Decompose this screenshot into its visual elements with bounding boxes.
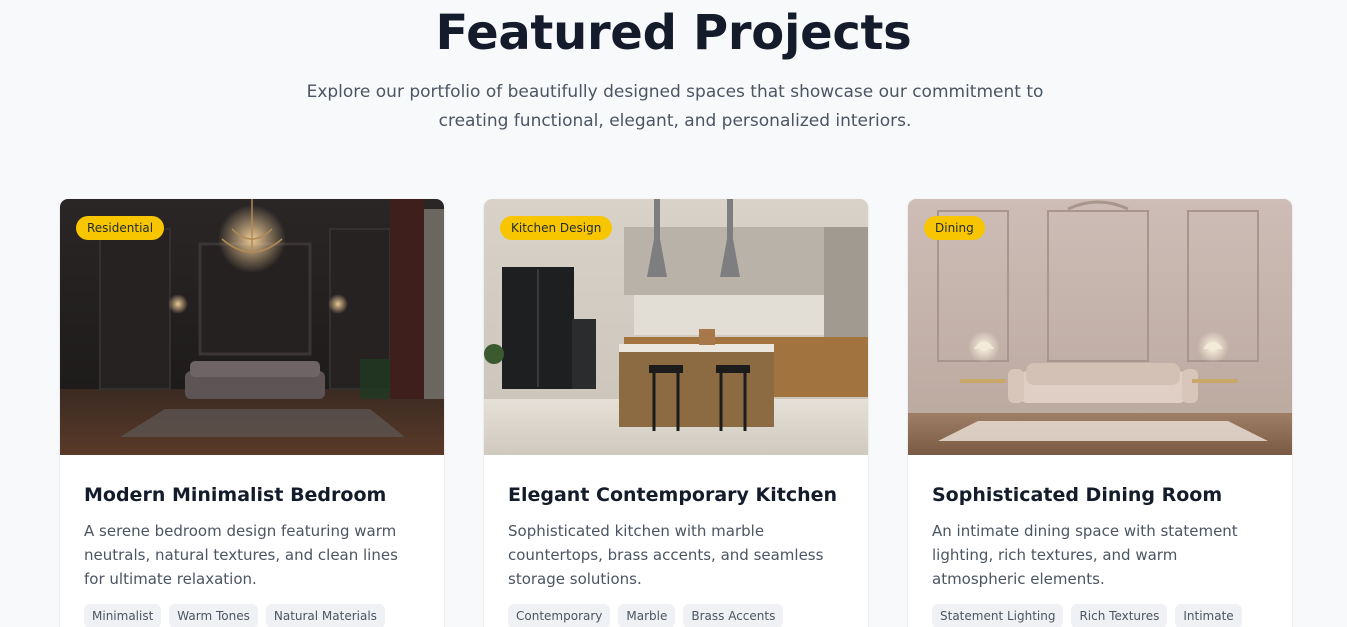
project-card[interactable]: Kitchen Design Elegant Contemporary Kitc… [484, 199, 868, 627]
tag-list: Statement Lighting Rich Textures Intimat… [932, 604, 1268, 627]
tag: Marble [618, 604, 676, 627]
tag: Minimalist [84, 604, 162, 627]
project-title[interactable]: Elegant Contemporary Kitchen [508, 483, 844, 507]
project-description: Sophisticated kitchen with marble counte… [508, 522, 824, 588]
tag: Brass Accents [683, 604, 784, 627]
tag: Statement Lighting [932, 604, 1064, 627]
tag: Rich Textures [1071, 604, 1168, 627]
tag: Natural Materials [265, 604, 385, 627]
project-description: An intimate dining space with statement … [932, 522, 1238, 588]
project-card[interactable]: Residential Modern Minimalist Bedroom A … [60, 199, 444, 627]
project-card[interactable]: Dining Sophisticated Dining Room An inti… [908, 199, 1292, 627]
featured-projects-section: Featured Projects Explore our portfolio … [0, 0, 1347, 627]
tag: Contemporary [508, 604, 611, 627]
section-subtitle: Explore our portfolio of beautifully des… [306, 82, 1044, 131]
project-image-dining[interactable]: Dining [908, 199, 1292, 455]
project-image-kitchen[interactable]: Kitchen Design [484, 199, 868, 455]
tag-list: Contemporary Marble Brass Accents [508, 604, 844, 627]
project-description: A serene bedroom design featuring warm n… [84, 522, 398, 588]
category-badge: Residential [76, 216, 165, 240]
project-title[interactable]: Sophisticated Dining Room [932, 483, 1268, 507]
project-image-bedroom[interactable]: Residential [60, 199, 444, 455]
category-badge: Kitchen Design [500, 216, 613, 240]
project-title[interactable]: Modern Minimalist Bedroom [84, 483, 420, 507]
tag-list: Minimalist Warm Tones Natural Materials [84, 604, 420, 627]
tag: Warm Tones [169, 604, 258, 627]
tag: Intimate [1175, 604, 1242, 627]
section-heading: Featured Projects [435, 5, 912, 61]
category-badge: Dining [924, 216, 985, 240]
